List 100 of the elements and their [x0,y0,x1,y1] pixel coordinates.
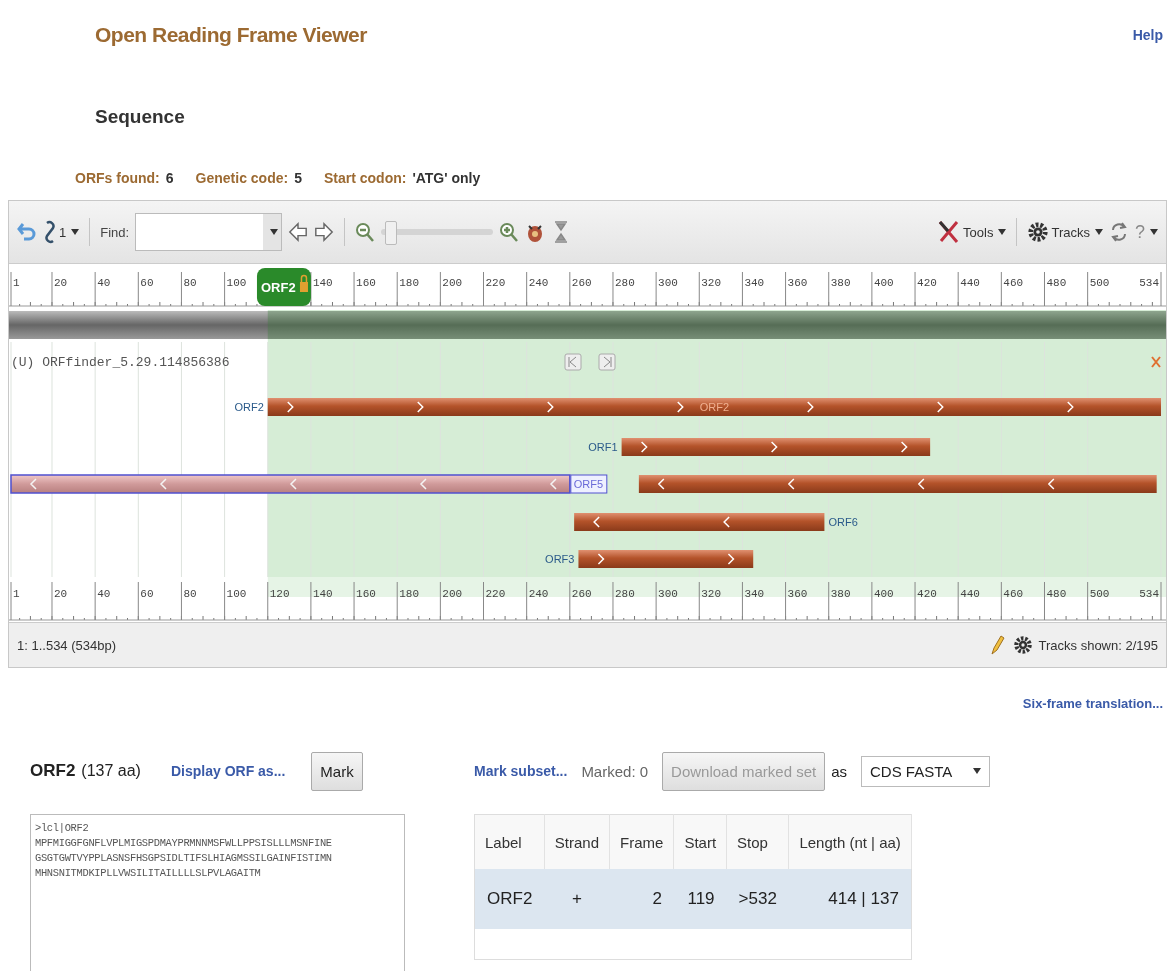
tools-menu[interactable]: Tools [937,219,1007,245]
orf-bar[interactable] [574,513,825,531]
caret-icon [269,229,278,235]
ruler-label: 500 [1089,588,1110,600]
ruler-label: 120 [269,588,290,600]
ruler-label: 420 [917,277,937,289]
ruler-label: 460 [1003,277,1024,289]
ruler-label: 100 [226,588,247,600]
caret-icon [71,229,80,235]
ruler-label: 400 [873,277,894,289]
ruler-label: 20 [54,277,68,289]
orf-marker[interactable] [256,268,311,306]
ruler-label: 60 [140,588,154,600]
ruler-label: 534 [1139,588,1159,600]
ruler-label: 60 [140,277,154,289]
sequence-line: GSGTGWTVYPPLASNSFHSGPSIDLTIFSLHIAGMSSILGAINFISTIMN [35,851,333,866]
section-title: Sequence [95,106,186,129]
summary-label: ORFs found: [75,170,160,186]
link-icon [43,220,57,244]
ruler-label: 180 [399,588,419,600]
orf-label: ORF2 [234,401,264,413]
zoom-out-icon[interactable] [355,220,376,244]
selected-orf-bar[interactable] [10,474,571,494]
zoom-in-icon[interactable] [499,220,520,244]
find-label: Find: [100,224,130,240]
ruler-label: 180 [399,277,419,289]
column-header[interactable]: Label [474,814,545,869]
next-feature-button[interactable] [598,353,616,371]
column-header[interactable]: Strand [544,814,610,869]
ruler-label: 240 [528,277,549,289]
ruler-label: 380 [830,588,851,600]
orf-bar[interactable] [578,550,754,568]
ruler-label: 40 [97,277,111,289]
ruler-label: 320 [701,277,722,289]
previous-feature-button[interactable] [564,353,582,371]
tracks-menu[interactable]: Tracks [1027,221,1103,243]
orf-bar[interactable] [267,398,1161,416]
orf-label: ORF3 [545,553,575,565]
column-header[interactable]: Stop [726,814,789,869]
ruler-label: 20 [54,588,68,600]
sequence-line: >lcl|ORF2 [35,821,90,836]
caret-icon [998,229,1007,235]
table-cell: ORF2 [474,869,545,929]
table-cell: 2 [609,869,674,929]
undo-icon[interactable] [17,220,37,244]
ruler-label: 220 [485,277,506,289]
column-header[interactable]: Length (nt | aa) [788,814,912,869]
ruler-label: 360 [787,277,808,289]
column-header[interactable]: Frame [609,814,674,869]
summary-value: 'ATG' only [412,170,481,186]
right-arrow-icon[interactable] [314,220,335,244]
ruler-label: 160 [356,277,376,289]
column-header[interactable]: Start [673,814,727,869]
summary-label: Start codon: [323,170,407,186]
ruler-label: 340 [744,588,765,600]
ruler-label: 360 [787,588,808,600]
refresh-icon[interactable] [1109,220,1129,244]
orf-bar[interactable] [638,475,1157,493]
six-frame-link[interactable]: Six-frame translation... [1022,696,1163,716]
ruler-label: 240 [528,588,549,600]
ruler-label: 140 [312,277,333,289]
caret-icon [973,768,982,774]
tracks-shown: Tracks shown: 2/195 [1038,637,1158,653]
mark-button[interactable]: Mark [311,751,363,791]
summary-value: 6 [165,170,174,186]
help-link[interactable]: Help [1132,27,1163,43]
ruler-label: 280 [614,588,635,600]
marker-label: ORF2 [260,280,296,295]
ruler-label: 534 [1139,277,1159,289]
ruler-label: 460 [1003,588,1024,600]
orf-length: (137 aa) [81,762,141,780]
ruler-label: 80 [183,588,197,600]
ruler-label: 500 [1089,277,1110,289]
ruler-label: 80 [183,277,197,289]
marked-count: Marked: 0 [581,762,649,780]
ruler-label: 1 [13,277,20,289]
ruler-label: 160 [356,588,376,600]
close-icon[interactable] [1151,356,1161,368]
sequence-text-area[interactable]: >lcl|ORF2 MPFMIGGFGNFLVPLMIGSPDMAYPRMNNMSFWLLPPSISLLLMSNFINE GSGTGWTVYPPLASNSFHSGPSIDLTIFSLHIAGMSSILGAINFISTIMN MHNSNITMDKIPLLVWSILITAILLLLSLPVLAGAITM [30,814,405,971]
mark-subset-link[interactable]: Mark subset... [474,763,568,779]
find-field[interactable] [135,213,283,251]
gear-icon [1027,221,1050,243]
orf-name: ORF2 [30,761,76,781]
ruler-label: 320 [701,588,722,600]
ruler-label: 280 [614,277,635,289]
ruler-label: 440 [960,277,980,289]
page-title: Open Reading Frame Viewer [95,23,367,47]
ruler-label: 260 [571,588,592,600]
format-select[interactable]: CDS FASTA [861,755,991,787]
table-cell: >532 [726,869,789,929]
gear-icon[interactable] [1012,633,1033,657]
table-cell: 119 [673,869,727,929]
orf-bar[interactable] [621,438,931,456]
zoom-slider[interactable] [381,221,494,243]
summary-label: Genetic code: [195,170,289,186]
ruler-label: 200 [442,277,463,289]
sequence-line: MHNSNITMDKIPLLVWSILITAILLLLSLPVLAGAITM [35,866,262,881]
link-menu[interactable]: 1 [43,220,80,244]
display-orf-link[interactable]: Display ORF as... [170,763,286,779]
left-arrow-icon[interactable] [288,220,309,244]
